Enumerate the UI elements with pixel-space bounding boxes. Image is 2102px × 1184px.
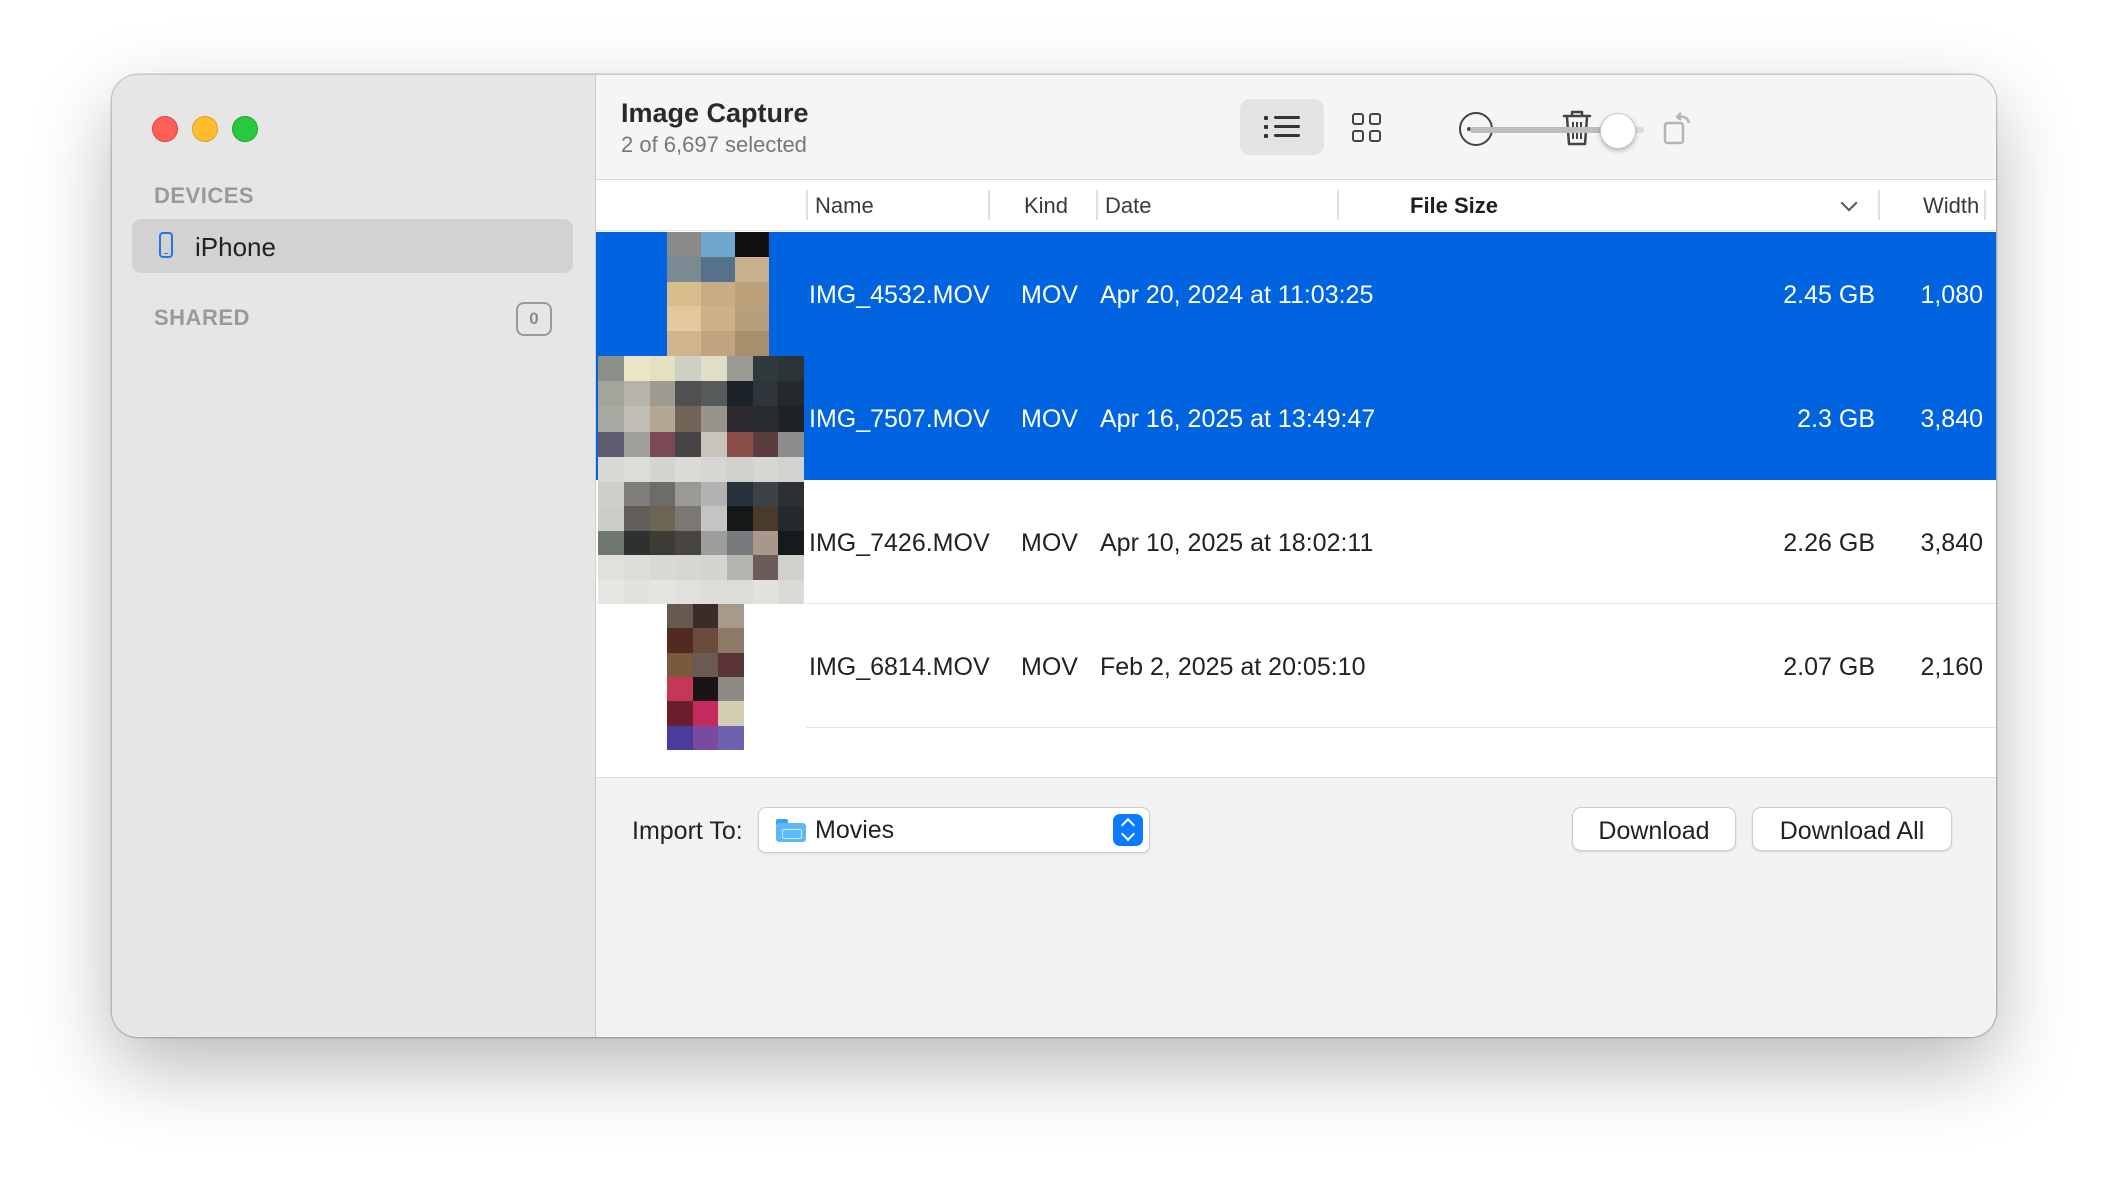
- file-width: 2,160: [1920, 653, 1983, 681]
- file-name: IMG_4532.MOV: [809, 281, 990, 309]
- grid-view-icon[interactable]: [1352, 113, 1384, 145]
- download-all-button[interactable]: Download All: [1752, 807, 1952, 851]
- file-width: 1,080: [1920, 281, 1983, 309]
- main-content: Image Capture 2 of 6,697 selected Name K…: [596, 75, 1996, 1037]
- video-thumbnail: [598, 356, 804, 482]
- file-size: 2.3 GB: [1797, 405, 1875, 433]
- file-name: IMG_7426.MOV: [809, 529, 990, 557]
- table-row[interactable]: IMG_7426.MOV MOV Apr 10, 2025 at 18:02:1…: [596, 480, 1996, 604]
- file-kind: MOV: [1021, 281, 1078, 309]
- list-view-button[interactable]: [1240, 99, 1324, 155]
- file-date: Apr 20, 2024 at 11:03:25: [1100, 281, 1374, 309]
- column-header-date[interactable]: Date: [1105, 193, 1151, 219]
- selection-status: 2 of 6,697 selected: [621, 132, 807, 157]
- folder-icon: [776, 819, 806, 842]
- file-date: Apr 16, 2025 at 13:49:47: [1100, 405, 1376, 433]
- file-date: Apr 10, 2025 at 18:02:11: [1100, 529, 1374, 557]
- sort-descending-icon: [1840, 194, 1858, 212]
- toolbar: Image Capture 2 of 6,697 selected: [596, 75, 1996, 180]
- table-row[interactable]: IMG_4532.MOV MOV Apr 20, 2024 at 11:03:2…: [596, 232, 1996, 356]
- file-width: 3,840: [1920, 529, 1983, 557]
- file-name: IMG_6814.MOV: [809, 653, 990, 681]
- file-width: 3,840: [1920, 405, 1983, 433]
- rotate-icon[interactable]: [1662, 109, 1696, 147]
- import-to-label: Import To:: [632, 817, 743, 845]
- iphone-icon: [159, 232, 173, 258]
- thumbnail-size-slider-thumb[interactable]: [1600, 113, 1636, 149]
- devices-section-header: DEVICES: [154, 183, 255, 208]
- shared-count-badge: 0: [516, 302, 552, 336]
- select-stepper-icon: [1113, 814, 1143, 846]
- column-header-width[interactable]: Width: [1923, 193, 1979, 219]
- file-size: 2.07 GB: [1783, 653, 1875, 681]
- minimize-window-button[interactable]: [192, 116, 218, 142]
- close-window-button[interactable]: [152, 116, 178, 142]
- shared-section-header: SHARED: [154, 305, 250, 330]
- file-size: 2.45 GB: [1783, 281, 1875, 309]
- file-list: IMG_4532.MOV MOV Apr 20, 2024 at 11:03:2…: [596, 232, 1996, 777]
- sidebar-item-iphone[interactable]: iPhone: [132, 219, 573, 273]
- window-title: Image Capture: [621, 98, 809, 128]
- file-name: IMG_7507.MOV: [809, 405, 990, 433]
- file-kind: MOV: [1021, 653, 1078, 681]
- table-row[interactable]: IMG_7507.MOV MOV Apr 16, 2025 at 13:49:4…: [596, 356, 1996, 482]
- import-destination-value: Movies: [815, 816, 895, 844]
- thumbnail-size-slider-track[interactable]: [1470, 127, 1620, 133]
- video-thumbnail: [667, 604, 744, 750]
- zoom-window-button[interactable]: [232, 116, 258, 142]
- video-thumbnail: [598, 482, 804, 604]
- file-date: Feb 2, 2025 at 20:05:10: [1100, 653, 1366, 681]
- sidebar-item-label: iPhone: [195, 232, 276, 262]
- column-header-name[interactable]: Name: [815, 193, 874, 219]
- download-button[interactable]: Download: [1572, 807, 1736, 851]
- column-header-kind[interactable]: Kind: [1024, 193, 1068, 219]
- image-capture-window: DEVICES iPhone SHARED 0 Image Capture 2 …: [112, 75, 1996, 1037]
- sidebar: DEVICES iPhone SHARED 0: [112, 75, 596, 1037]
- column-header-file-size[interactable]: File Size: [1410, 193, 1498, 219]
- import-destination-select[interactable]: Movies: [758, 807, 1150, 853]
- file-kind: MOV: [1021, 529, 1078, 557]
- file-kind: MOV: [1021, 405, 1078, 433]
- table-row[interactable]: IMG_6814.MOV MOV Feb 2, 2025 at 20:05:10…: [596, 604, 1996, 750]
- table-header: Name Kind Date File Size Width: [596, 180, 1996, 231]
- list-view-icon: [1264, 113, 1300, 141]
- footer-bar: Import To: Movies Download Download All: [596, 777, 1996, 1037]
- file-size: 2.26 GB: [1783, 529, 1875, 557]
- video-thumbnail: [667, 232, 769, 356]
